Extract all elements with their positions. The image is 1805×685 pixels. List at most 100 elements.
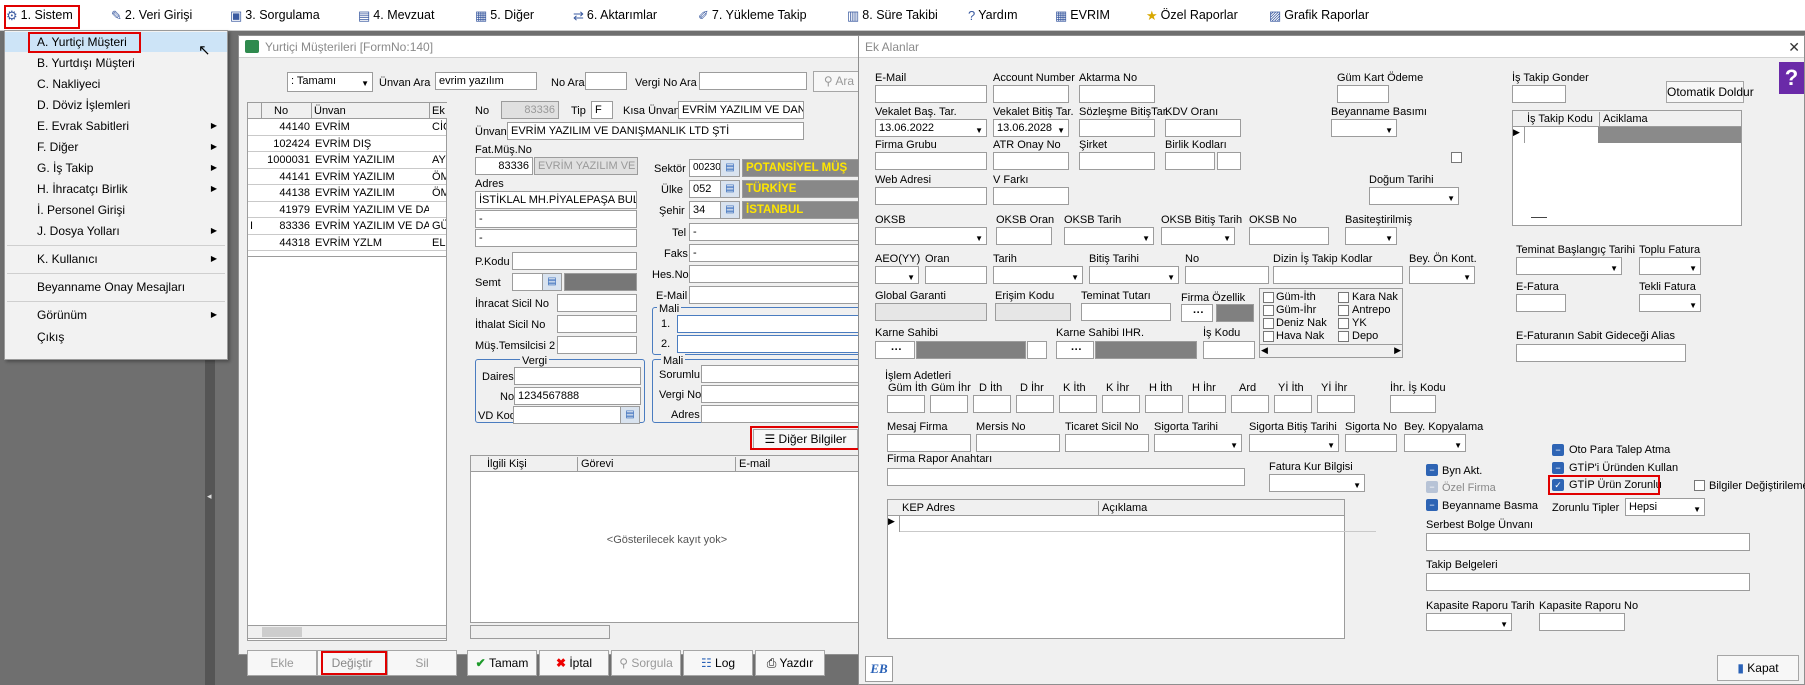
menu-evrim[interactable]: ▦ EVRIM (1055, 0, 1110, 31)
no-ara-input[interactable] (585, 72, 627, 90)
kapasite-no-field[interactable] (1539, 613, 1625, 631)
aktarma-no-field[interactable] (1079, 85, 1155, 103)
web-adresi-field[interactable] (875, 187, 987, 205)
sehir-code-field[interactable]: 34 (689, 201, 721, 219)
adres-2-field[interactable]: - (475, 210, 637, 228)
vd-kod-picker-icon[interactable]: ▤ (620, 406, 640, 424)
table-row[interactable]: 44318 EVRİM YZLM EL (248, 235, 446, 251)
grid-header-gorevi[interactable]: Görevi (577, 457, 613, 471)
log-button[interactable]: ☷ Log (683, 650, 753, 676)
dogum-tarihi-field[interactable]: ▼ (1369, 187, 1459, 205)
tarih-field[interactable]: ▼ (993, 266, 1083, 284)
kapasite-tarih-field[interactable]: ▼ (1426, 613, 1512, 631)
ozel-firma-toggle-icon[interactable]: − (1426, 481, 1438, 493)
menu-item-evrak-sabitleri[interactable]: E. Evrak Sabitleri ▶ (5, 116, 227, 136)
zorunlu-tipler-select[interactable]: Hepsi ▼ (1625, 498, 1705, 516)
table-row[interactable]: 1000031 EVRİM YAZILIM AY (248, 152, 446, 169)
vekalet-bitis-field[interactable]: 13.06.2028 ▼ (993, 119, 1069, 137)
kdv-orani-field[interactable] (1165, 119, 1241, 137)
depo-checkbox[interactable] (1338, 331, 1349, 342)
islem-gum-ith[interactable] (887, 395, 925, 413)
serbest-bolge-field[interactable] (1426, 533, 1750, 551)
vekalet-bas-field[interactable]: 13.06.2022 ▼ (875, 119, 987, 137)
menu-grafik-raporlar[interactable]: ▨ Grafik Raporlar (1269, 0, 1369, 31)
oksb-select[interactable]: ▼ (875, 227, 987, 245)
sigorta-no-field[interactable] (1345, 434, 1397, 452)
close-icon[interactable]: ✕ (1788, 36, 1800, 58)
firma-ozellik-picker[interactable]: ··· (1181, 304, 1213, 322)
teminat-bas-field[interactable]: ▼ (1516, 257, 1622, 275)
sorgula-button[interactable]: ⚲ Sorgula (611, 650, 681, 676)
grid-header-no[interactable]: No (262, 103, 312, 119)
table-row[interactable]: I 83336 EVRİM YAZILIM VE DAN GÜ (248, 218, 446, 235)
adres-1-field[interactable]: İSTİKLAL MH.PİYALEPAŞA BUL (475, 191, 637, 209)
menu-item-cikis[interactable]: Çıkış (5, 327, 227, 347)
v-farki-field[interactable] (993, 187, 1069, 205)
oksb-no-field[interactable] (1249, 227, 1329, 245)
birlik-kodlari-field[interactable] (1165, 152, 1215, 170)
bitis-tarihi-field[interactable]: ▼ (1089, 266, 1179, 284)
grid-header-extra[interactable]: Ek (430, 103, 447, 119)
fatura-kur-select[interactable]: ▼ (1269, 474, 1365, 492)
hava-nak-checkbox[interactable] (1263, 331, 1274, 342)
semt-picker-icon[interactable]: ▤ (542, 273, 562, 291)
beyanname-basimi-select[interactable]: ▼ (1331, 119, 1397, 137)
adres-3-field[interactable]: - (475, 229, 637, 247)
menu-item-doviz[interactable]: D. Döviz İşlemleri (5, 95, 227, 115)
menu-item-ihracatci-birlik[interactable]: H. İhracatçı Birlik ▶ (5, 179, 227, 199)
takip-belgeleri-field[interactable] (1426, 573, 1750, 591)
email-field[interactable] (875, 85, 987, 103)
teminat-tutari-field[interactable] (1081, 303, 1171, 321)
tamam-button[interactable]: ✔ Tamam (467, 650, 537, 676)
bey-on-kont-select[interactable]: ▼ (1409, 266, 1475, 284)
kisa-unvan-field[interactable]: EVRİM YAZILIM VE DAN (678, 101, 804, 119)
otomatik-doldur-button[interactable]: Otomatik Doldur (1666, 81, 1754, 103)
islem-gum-ihr[interactable] (930, 395, 968, 413)
mersis-no-field[interactable] (976, 434, 1060, 452)
islem-d-ihr[interactable] (1016, 395, 1054, 413)
karne-sahibi-ihr-picker[interactable]: ··· (1056, 341, 1094, 359)
oto-para-toggle-icon[interactable]: − (1552, 444, 1564, 456)
is-kodu-field[interactable] (1203, 341, 1255, 359)
menu-aktarimlar[interactable]: ⇄ 6. Aktarımlar (573, 0, 657, 31)
efatura-alias-field[interactable] (1516, 344, 1686, 362)
menu-yardim[interactable]: ? Yardım (968, 0, 1018, 31)
tekli-fatura-select[interactable]: ▼ (1639, 294, 1701, 312)
menu-item-diger[interactable]: F. Diğer ▶ (5, 137, 227, 157)
ulke-picker-icon[interactable]: ▤ (720, 180, 740, 198)
menu-mevzuat[interactable]: ▤ 4. Mevzuat (358, 0, 434, 31)
toplu-fatura-select[interactable]: ▼ (1639, 257, 1701, 275)
table-row[interactable]: 44140EVRİMCİC (248, 119, 446, 136)
menu-sorgulama[interactable]: ▣ 3. Sorgulama (230, 0, 320, 31)
yazdir-button[interactable]: ⎙ Yazdır (755, 650, 825, 676)
menu-veri-girisi[interactable]: ✎ 2. Veri Girişi (111, 0, 192, 31)
grid-header-aciklama[interactable]: Aciklama (1599, 112, 1648, 126)
grid-header-kisi[interactable]: İlgili Kişi (487, 457, 527, 471)
ms-vergi-no-field[interactable] (701, 385, 860, 403)
sil-button[interactable]: Sil (387, 650, 457, 676)
misc-checkbox[interactable] (1451, 152, 1462, 163)
erisim-kodu-field[interactable] (995, 303, 1071, 321)
islem-h-ith[interactable] (1145, 395, 1183, 413)
vergi-dairesi-field[interactable] (514, 367, 641, 385)
byn-akt-toggle-icon[interactable]: − (1426, 464, 1438, 476)
atr-onay-field[interactable] (993, 152, 1069, 170)
account-number-field[interactable] (993, 85, 1069, 103)
ithalat-sicil-field[interactable] (557, 315, 637, 333)
sozlesme-bitis-field[interactable] (1079, 119, 1155, 137)
unvani-field[interactable]: EVRİM YAZILIM VE DANIŞMANLIK LTD ŞTİ (507, 122, 804, 140)
kapat-button[interactable]: ▮ Kapat (1717, 655, 1799, 681)
grid-header-unvan[interactable]: Ünvan (312, 103, 430, 119)
faks-field[interactable]: - (689, 244, 862, 262)
filter-select[interactable]: : Tamamı ▼ (287, 72, 373, 92)
table-row[interactable]: 44138 EVRİM YAZILIM ÖM (248, 185, 446, 202)
islem-k-ith[interactable] (1059, 395, 1097, 413)
sirket-field[interactable] (1079, 152, 1155, 170)
islem-h-ihr[interactable] (1188, 395, 1226, 413)
vergi-no-ara-input[interactable] (699, 72, 807, 90)
islem-d-ith[interactable] (973, 395, 1011, 413)
pkodu-field[interactable] (512, 252, 637, 270)
hes-no-field[interactable] (689, 265, 862, 283)
islem-ard[interactable] (1231, 395, 1269, 413)
kara-nak-checkbox[interactable] (1338, 292, 1349, 303)
